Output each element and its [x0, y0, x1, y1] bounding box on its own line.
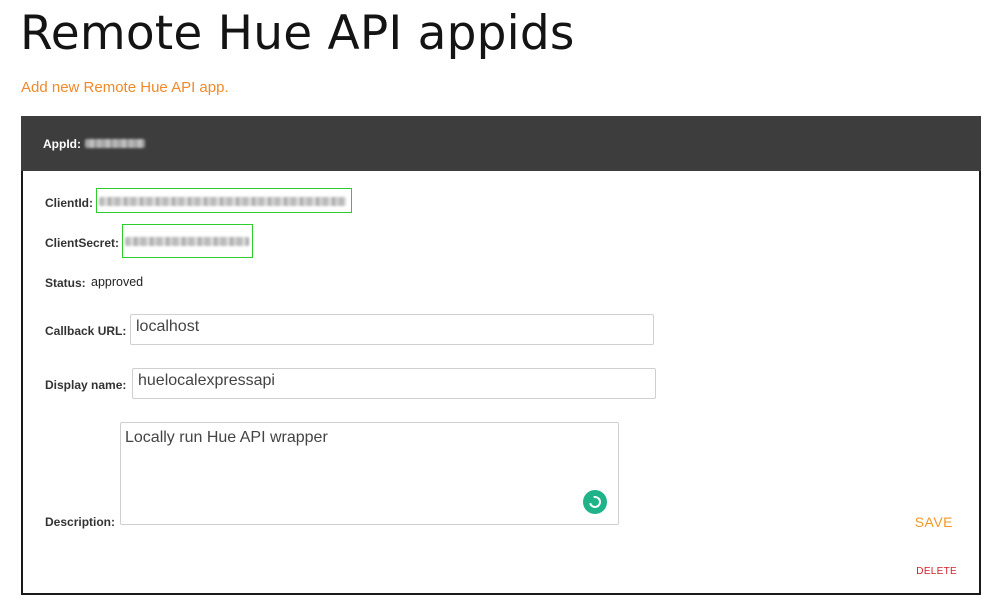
spinner-ring: [586, 493, 604, 511]
page: Remote Hue API appids Add new Remote Hue…: [0, 0, 989, 602]
client-secret-label: ClientSecret:: [45, 236, 120, 250]
client-id-value-redacted: [99, 197, 346, 206]
appid-value-redacted: [85, 139, 145, 148]
client-id-label: ClientId:: [45, 196, 93, 210]
display-name-label: Display name:: [45, 378, 127, 392]
description-label: Description:: [45, 515, 116, 529]
app-card-body: ClientId: ClientSecret: Status: approved…: [21, 171, 981, 595]
callback-url-input[interactable]: localhost: [130, 314, 654, 345]
delete-button[interactable]: DELETE: [916, 566, 957, 577]
status-value: approved: [91, 275, 144, 289]
display-name-input[interactable]: huelocalexpressapi: [132, 368, 656, 399]
loading-spinner-icon: [583, 490, 607, 514]
description-textarea[interactable]: Locally run Hue API wrapper: [120, 422, 619, 525]
save-button[interactable]: SAVE: [915, 514, 953, 530]
app-card-header: AppId:: [21, 116, 981, 171]
appid-label: AppId:: [43, 136, 81, 151]
description-text: Locally run Hue API wrapper: [125, 429, 328, 446]
page-title: Remote Hue API appids: [20, 6, 575, 61]
callback-url-label: Callback URL:: [45, 324, 127, 338]
add-new-app-link[interactable]: Add new Remote Hue API app.: [21, 79, 229, 96]
status-label: Status:: [45, 276, 86, 290]
client-secret-value-redacted: [125, 237, 249, 246]
